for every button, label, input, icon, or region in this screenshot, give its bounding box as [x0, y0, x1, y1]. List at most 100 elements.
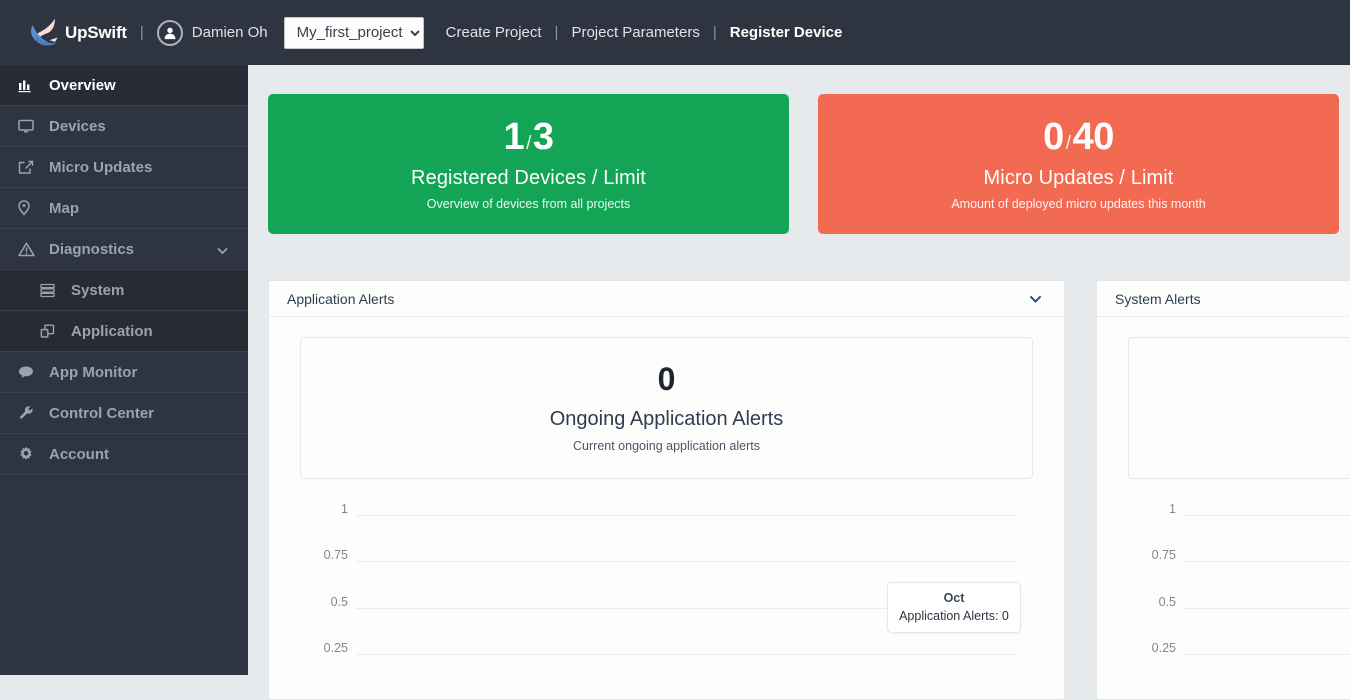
registered-devices-value: 1 / 3 — [503, 115, 554, 158]
y-tick-label: 0.75 — [1151, 547, 1176, 562]
panel-title: Application Alerts — [287, 290, 395, 307]
monitor-icon — [18, 117, 38, 135]
logo-text: UpSwift — [65, 22, 127, 42]
sidebar-item-label: Application — [71, 322, 153, 340]
user-name-label: Damien Oh — [191, 24, 268, 41]
sidebar-item-label: Account — [49, 445, 109, 463]
swift-bird-logo-icon — [28, 16, 64, 50]
main-content: 1 / 3 Registered Devices / Limit Overvie… — [248, 65, 1350, 700]
tooltip-header: Oct — [943, 591, 965, 605]
gridline-3: 0.5 — [1128, 595, 1350, 609]
devices-limit: 3 — [532, 115, 554, 158]
sidebar-item-map[interactable]: Map — [0, 188, 248, 229]
chat-bubble-icon — [18, 363, 38, 381]
sidebar-item-label: System — [71, 281, 125, 299]
sidebar-item-micro-updates[interactable]: Micro Updates — [0, 147, 248, 188]
wrench-icon — [18, 404, 38, 422]
gridline-1: 1 — [300, 502, 1025, 516]
sidebar-item-label: Micro Updates — [49, 158, 153, 176]
gear-icon — [18, 445, 38, 463]
devices-count: 1 — [503, 115, 525, 158]
updates-count: 0 — [1043, 115, 1064, 158]
registered-devices-title: Registered Devices / Limit — [411, 166, 646, 189]
gridline — [1184, 561, 1350, 562]
sidebar-item-account[interactable]: Account — [0, 434, 248, 475]
micro-updates-card: 0 / 40 Micro Updates / Limit Amount of d… — [818, 94, 1339, 234]
server-stack-icon — [40, 281, 60, 299]
chevron-down-icon[interactable] — [1029, 292, 1042, 305]
updates-separator: / — [1065, 132, 1071, 154]
micro-updates-subtitle: Amount of deployed micro updates this mo… — [951, 196, 1206, 211]
application-alerts-body: 0 Ongoing Application Alerts Current ong… — [269, 317, 1064, 699]
nav-separator-3: | — [712, 24, 717, 41]
windows-app-icon — [40, 322, 60, 340]
chart-tooltip: Oct Application Alerts: 0 — [887, 582, 1021, 633]
chevron-down-icon[interactable] — [217, 244, 228, 255]
ongoing-alerts-title: Ongoing Application Alerts — [549, 408, 784, 430]
micro-updates-title: Micro Updates / Limit — [983, 166, 1174, 189]
registered-devices-card: 1 / 3 Registered Devices / Limit Overvie… — [268, 94, 789, 234]
app-logo[interactable]: UpSwift — [28, 16, 127, 50]
sidebar-item-application[interactable]: Application — [0, 311, 248, 352]
sidebar-item-diagnostics[interactable]: Diagnostics — [0, 229, 248, 270]
sidebar-item-label: Overview — [49, 76, 116, 94]
y-tick-label: 0.25 — [1151, 640, 1176, 655]
nav-link-register-device[interactable]: Register Device — [730, 24, 843, 41]
warning-triangle-icon — [18, 240, 38, 258]
project-select[interactable]: My_first_project — [283, 16, 424, 49]
gridline — [1184, 654, 1350, 655]
ongoing-alerts-subtitle: Current ongoing application alerts — [573, 439, 760, 453]
top-navigation-bar: UpSwift | Damien Oh My_first_project Cre… — [0, 0, 1350, 65]
application-alerts-chart: 1 0.75 0.5 0.25 Oct Application Alerts: … — [300, 501, 1033, 699]
user-avatar-icon[interactable] — [156, 19, 183, 46]
y-tick-label: 0.5 — [1158, 594, 1176, 609]
sidebar-item-label: Diagnostics — [49, 240, 135, 258]
system-alerts-body: 1 0.75 0.5 0.25 — [1097, 317, 1350, 699]
ongoing-alerts-number: 0 — [657, 361, 676, 397]
ongoing-system-alerts-box — [1128, 337, 1350, 479]
sidebar-navigation: Overview Devices Micro Updates Map Diagn… — [0, 65, 248, 675]
nav-separator-1: | — [139, 24, 144, 41]
application-alerts-panel: Application Alerts 0 Ongoing Application… — [268, 280, 1065, 700]
gridline-4: 0.25 — [300, 641, 1025, 655]
gridline — [356, 654, 1017, 655]
tooltip-body: Application Alerts: 0 — [899, 609, 1009, 623]
sidebar-item-system[interactable]: System — [0, 270, 248, 311]
ongoing-application-alerts-box: 0 Ongoing Application Alerts Current ong… — [300, 337, 1033, 479]
devices-separator: / — [526, 132, 531, 154]
sidebar-item-label: App Monitor — [49, 363, 138, 381]
nav-link-create-project[interactable]: Create Project — [446, 24, 542, 41]
gridline — [356, 561, 1017, 562]
gridline — [1184, 515, 1350, 516]
gridline-2: 0.75 — [300, 548, 1025, 562]
y-tick-label: 0.75 — [323, 547, 348, 562]
system-alerts-header[interactable]: System Alerts — [1097, 281, 1350, 317]
y-tick-label: 1 — [1169, 501, 1176, 516]
micro-updates-value: 0 / 40 — [1043, 118, 1114, 156]
y-tick-label: 0.25 — [323, 640, 348, 655]
updates-limit: 40 — [1072, 115, 1115, 158]
y-tick-label: 1 — [341, 501, 348, 516]
sidebar-item-control-center[interactable]: Control Center — [0, 393, 248, 434]
stat-cards-row: 1 / 3 Registered Devices / Limit Overvie… — [268, 94, 1350, 234]
y-tick-label: 0.5 — [330, 594, 348, 609]
system-alerts-panel: System Alerts 1 0.75 0.5 0.25 — [1096, 280, 1350, 700]
registered-devices-subtitle: Overview of devices from all projects — [426, 196, 631, 211]
system-alerts-chart: 1 0.75 0.5 0.25 — [1128, 501, 1350, 699]
application-alerts-header[interactable]: Application Alerts — [269, 281, 1064, 317]
gridline-2: 0.75 — [1128, 548, 1350, 562]
sidebar-item-label: Map — [49, 199, 79, 217]
gridline-1: 1 — [1128, 502, 1350, 516]
sidebar-item-devices[interactable]: Devices — [0, 106, 248, 147]
sidebar-item-overview[interactable]: Overview — [0, 65, 248, 106]
sidebar-item-label: Devices — [49, 117, 106, 135]
panel-title: System Alerts — [1115, 290, 1201, 307]
nav-link-project-parameters[interactable]: Project Parameters — [571, 24, 699, 41]
gridline-4: 0.25 — [1128, 641, 1350, 655]
sidebar-item-app-monitor[interactable]: App Monitor — [0, 352, 248, 393]
gridline — [356, 515, 1017, 516]
external-link-icon — [18, 158, 38, 176]
map-pin-icon — [18, 199, 38, 217]
sidebar-item-label: Control Center — [49, 404, 154, 422]
gridline — [1184, 608, 1350, 609]
